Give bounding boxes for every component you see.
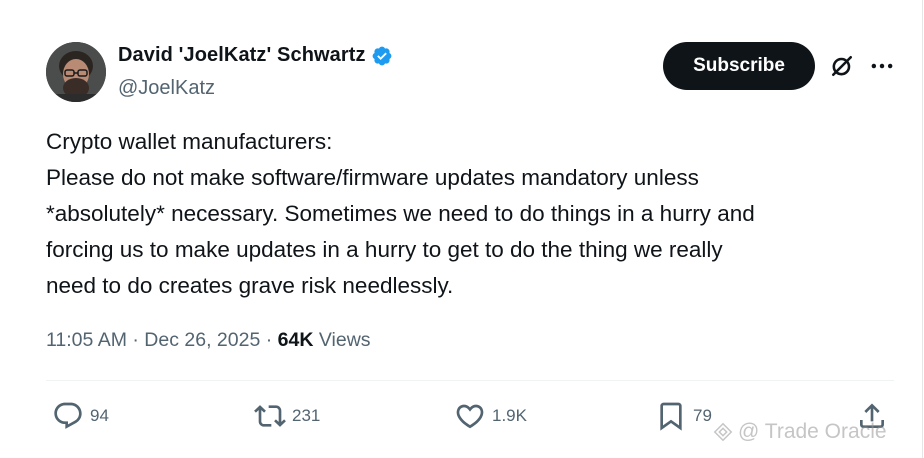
bookmark-count: 79: [693, 406, 712, 425]
post-text-line: Please do not make software/firmware upd…: [46, 165, 699, 190]
reply-count: 94: [90, 406, 109, 425]
like-count: 1.9K: [492, 406, 527, 425]
post-meta: 11:05 AM · Dec 26, 2025 · 64K Views: [46, 329, 371, 352]
watermark: @ Trade Oracle: [712, 420, 887, 444]
repost-count: 231: [292, 406, 321, 425]
subscribe-button[interactable]: Subscribe: [663, 42, 815, 90]
repost-button[interactable]: 231: [254, 400, 320, 432]
post-text-line: Crypto wallet manufacturers:: [46, 129, 333, 154]
views-label: Views: [318, 329, 371, 351]
like-button[interactable]: 1.9K: [454, 400, 527, 432]
author-name-row[interactable]: David 'JoelKatz' Schwartz: [118, 44, 393, 67]
post-time[interactable]: 11:05 AM: [46, 329, 127, 351]
post-text-line: forcing us to make updates in a hurry to…: [46, 237, 723, 262]
avatar-image: [46, 42, 106, 102]
repost-icon: [254, 405, 286, 427]
avatar[interactable]: [46, 42, 106, 102]
post-date[interactable]: Dec 26, 2025: [144, 329, 260, 351]
bookmark-button[interactable]: 79: [655, 400, 712, 432]
reply-button[interactable]: 94: [52, 400, 109, 432]
divider: [46, 380, 894, 381]
views-count: 64K: [277, 329, 314, 351]
reply-icon: [54, 402, 82, 429]
heart-icon: [456, 404, 484, 429]
diamond-logo-icon: [713, 422, 733, 442]
meta-separator: ·: [265, 329, 273, 351]
bookmark-icon: [660, 402, 682, 431]
watermark-text: @ Trade Oracle: [738, 420, 887, 443]
more-icon[interactable]: [868, 52, 896, 80]
verified-badge-icon: [372, 46, 392, 65]
author-display-name[interactable]: David 'JoelKatz' Schwartz: [118, 44, 366, 67]
author-handle[interactable]: @JoelKatz: [118, 77, 215, 100]
post-text: Crypto wallet manufacturers: Please do n…: [46, 124, 906, 304]
post-text-line: need to do creates grave risk needlessly…: [46, 273, 454, 298]
post-text-line: *absolutely* necessary. Sometimes we nee…: [46, 201, 755, 226]
post-card: David 'JoelKatz' Schwartz @JoelKatz Subs…: [0, 0, 923, 458]
grok-icon[interactable]: [828, 52, 856, 80]
meta-separator: ·: [132, 329, 139, 351]
